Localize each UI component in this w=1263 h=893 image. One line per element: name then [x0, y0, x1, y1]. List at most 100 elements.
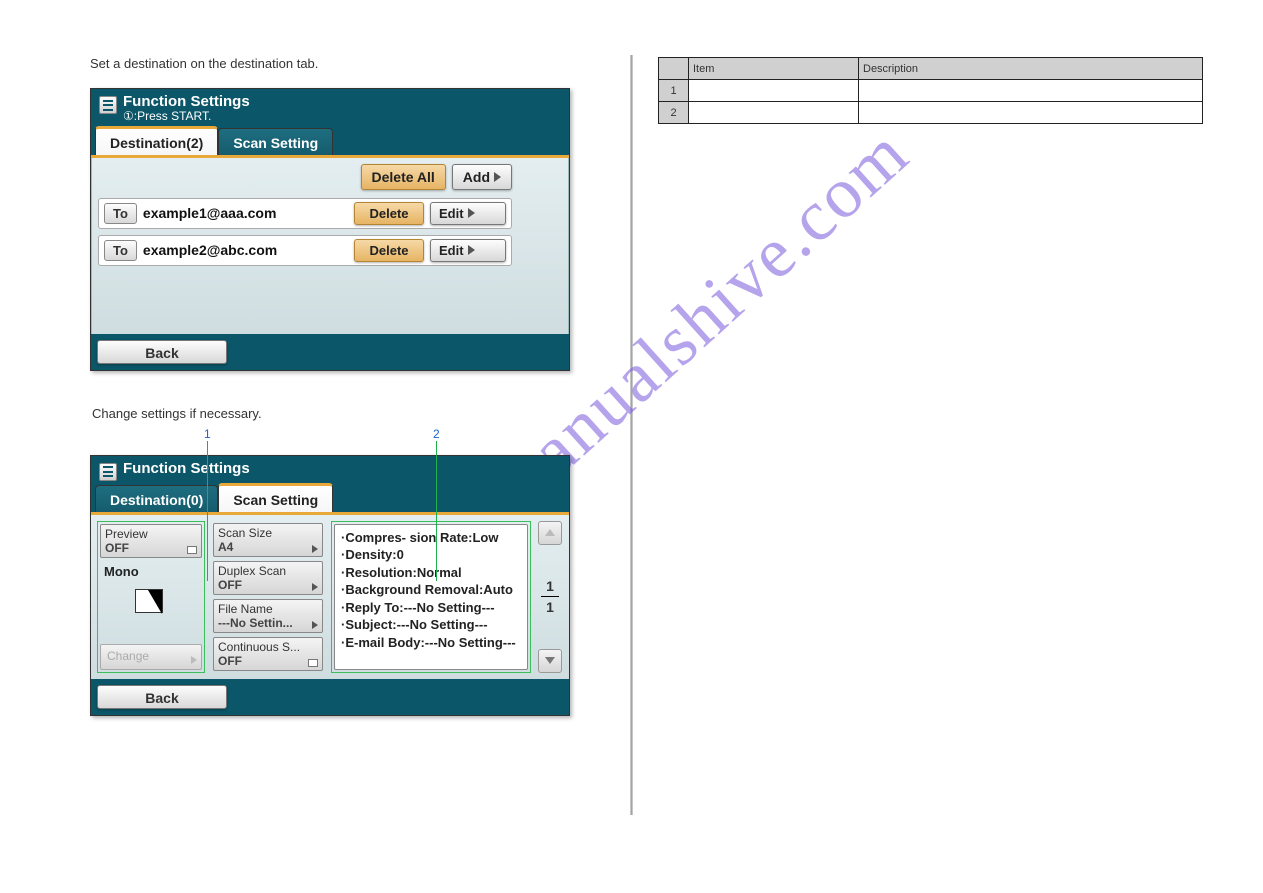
table-cell [859, 80, 1203, 102]
page-current: 1 [541, 578, 559, 594]
page-total: 1 [541, 599, 559, 615]
chevron-right-icon [312, 583, 318, 591]
intro-text: Set a destination on the destination tab… [90, 55, 580, 73]
table-header: Description [859, 58, 1203, 80]
chevron-right-icon [312, 621, 318, 629]
preview-tile[interactable]: Preview OFF [100, 524, 202, 558]
back-button[interactable]: Back [97, 340, 227, 364]
scan-size-tile[interactable]: Scan Size A4 [213, 523, 323, 557]
left-column: Set a destination on the destination tab… [0, 0, 630, 830]
chevron-right-icon [468, 245, 475, 255]
table-cell [859, 102, 1203, 124]
scroll-down-button[interactable] [538, 649, 562, 673]
panel-header: Function Settings [91, 456, 569, 483]
table-header [659, 58, 689, 80]
summary-line: ·Background Removal:Auto [341, 581, 521, 599]
duplex-value: OFF [218, 578, 318, 592]
summary-line: ·Subject:---No Setting--- [341, 616, 521, 634]
summary-line: ·E-mail Body:---No Setting--- [341, 634, 521, 652]
summary-line: ·Resolution:Normal [341, 564, 521, 582]
callout-group-1: Preview OFF Mono Change [97, 521, 205, 673]
delete-all-button[interactable]: Delete All [361, 164, 446, 190]
to-chip: To [104, 240, 137, 261]
panel-body: Delete All Add To example1@aaa.com Delet… [91, 158, 569, 334]
delete-button[interactable]: Delete [354, 239, 424, 262]
tab-scan-setting[interactable]: Scan Setting [218, 483, 333, 512]
continuous-label: Continuous S... [218, 640, 318, 654]
top-action-row: Delete All Add [98, 164, 562, 190]
chevron-right-icon [468, 208, 475, 218]
panel-header: Function Settings ①:Press START. [91, 89, 569, 125]
scan-size-value: A4 [218, 540, 318, 554]
mono-swatch-icon [135, 589, 163, 613]
duplex-scan-tile[interactable]: Duplex Scan OFF [213, 561, 323, 595]
function-settings-panel-destination: Function Settings ①:Press START. Destina… [90, 88, 570, 370]
filename-label: File Name [218, 602, 318, 616]
table-cell: 2 [659, 102, 689, 124]
panel-subtitle: ①:Press START. [123, 109, 250, 123]
summary-line: ·Reply To:---No Setting--- [341, 599, 521, 617]
list-icon [99, 96, 117, 114]
destination-row: To example1@aaa.com Delete Edit [98, 198, 512, 229]
callout-number-2: 2 [433, 427, 440, 441]
tab-destination[interactable]: Destination(2) [95, 126, 218, 155]
page-indicator: 1 1 [541, 578, 559, 615]
mono-label: Mono [100, 562, 202, 581]
change-label: Change [107, 649, 149, 663]
tab-row: Destination(2) Scan Setting [91, 126, 569, 158]
preview-label: Preview [105, 527, 197, 541]
to-chip: To [104, 203, 137, 224]
duplex-label: Duplex Scan [218, 564, 318, 578]
table-cell [689, 102, 859, 124]
chevron-right-icon [191, 656, 197, 664]
chevron-down-icon [545, 657, 555, 664]
filename-value: ---No Settin... [218, 616, 318, 630]
scan-body: Preview OFF Mono Change Scan [91, 515, 569, 679]
callout-description-table: Item Description 1 2 [658, 57, 1203, 124]
destination-row: To example2@abc.com Delete Edit [98, 235, 512, 266]
chevron-up-icon [545, 529, 555, 536]
continuous-scan-tile[interactable]: Continuous S... OFF [213, 637, 323, 671]
scroll-column: 1 1 [537, 521, 563, 673]
scan-size-label: Scan Size [218, 526, 318, 540]
delete-button[interactable]: Delete [354, 202, 424, 225]
table-row: 1 [659, 80, 1203, 102]
toggle-indicator-icon [308, 659, 318, 667]
callout-line [436, 441, 437, 581]
chevron-right-icon [312, 545, 318, 553]
list-icon [99, 463, 117, 481]
destination-email: example2@abc.com [143, 242, 348, 258]
add-button[interactable]: Add [452, 164, 512, 190]
table-header: Item [689, 58, 859, 80]
function-settings-panel-scan: Function Settings Destination(0) Scan Se… [90, 455, 570, 716]
change-button[interactable]: Change [100, 644, 202, 670]
toggle-indicator-icon [187, 546, 197, 554]
summary-line: ·Density:0 [341, 546, 521, 564]
two-column-layout: Set a destination on the destination tab… [0, 0, 1263, 830]
table-cell [689, 80, 859, 102]
callout-number-1: 1 [204, 427, 211, 441]
preview-value: OFF [105, 541, 197, 555]
panel-footer: Back [91, 334, 569, 370]
tab-destination[interactable]: Destination(0) [95, 485, 218, 512]
table-header-row: Item Description [659, 58, 1203, 80]
table-cell: 1 [659, 80, 689, 102]
summary-line: ·Compres- sion Rate:Low [341, 529, 521, 547]
callout-line [207, 441, 208, 581]
right-column: Item Description 1 2 [633, 0, 1258, 830]
tab-scan-setting[interactable]: Scan Setting [218, 128, 333, 155]
edit-button[interactable]: Edit [430, 202, 506, 225]
file-name-tile[interactable]: File Name ---No Settin... [213, 599, 323, 633]
callout-indicators: 1 2 [90, 427, 580, 455]
edit-button[interactable]: Edit [430, 239, 506, 262]
destination-email: example1@aaa.com [143, 205, 348, 221]
tab-row: Destination(0) Scan Setting [91, 483, 569, 515]
mono-area: Mono [100, 562, 202, 640]
step-text: Change settings if necessary. [92, 406, 580, 421]
back-button[interactable]: Back [97, 685, 227, 709]
panel-footer: Back [91, 679, 569, 715]
scroll-up-button[interactable] [538, 521, 562, 545]
scan-summary-list: ·Compres- sion Rate:Low ·Density:0 ·Reso… [334, 524, 528, 670]
table-row: 2 [659, 102, 1203, 124]
callout-group-2: ·Compres- sion Rate:Low ·Density:0 ·Reso… [331, 521, 531, 673]
